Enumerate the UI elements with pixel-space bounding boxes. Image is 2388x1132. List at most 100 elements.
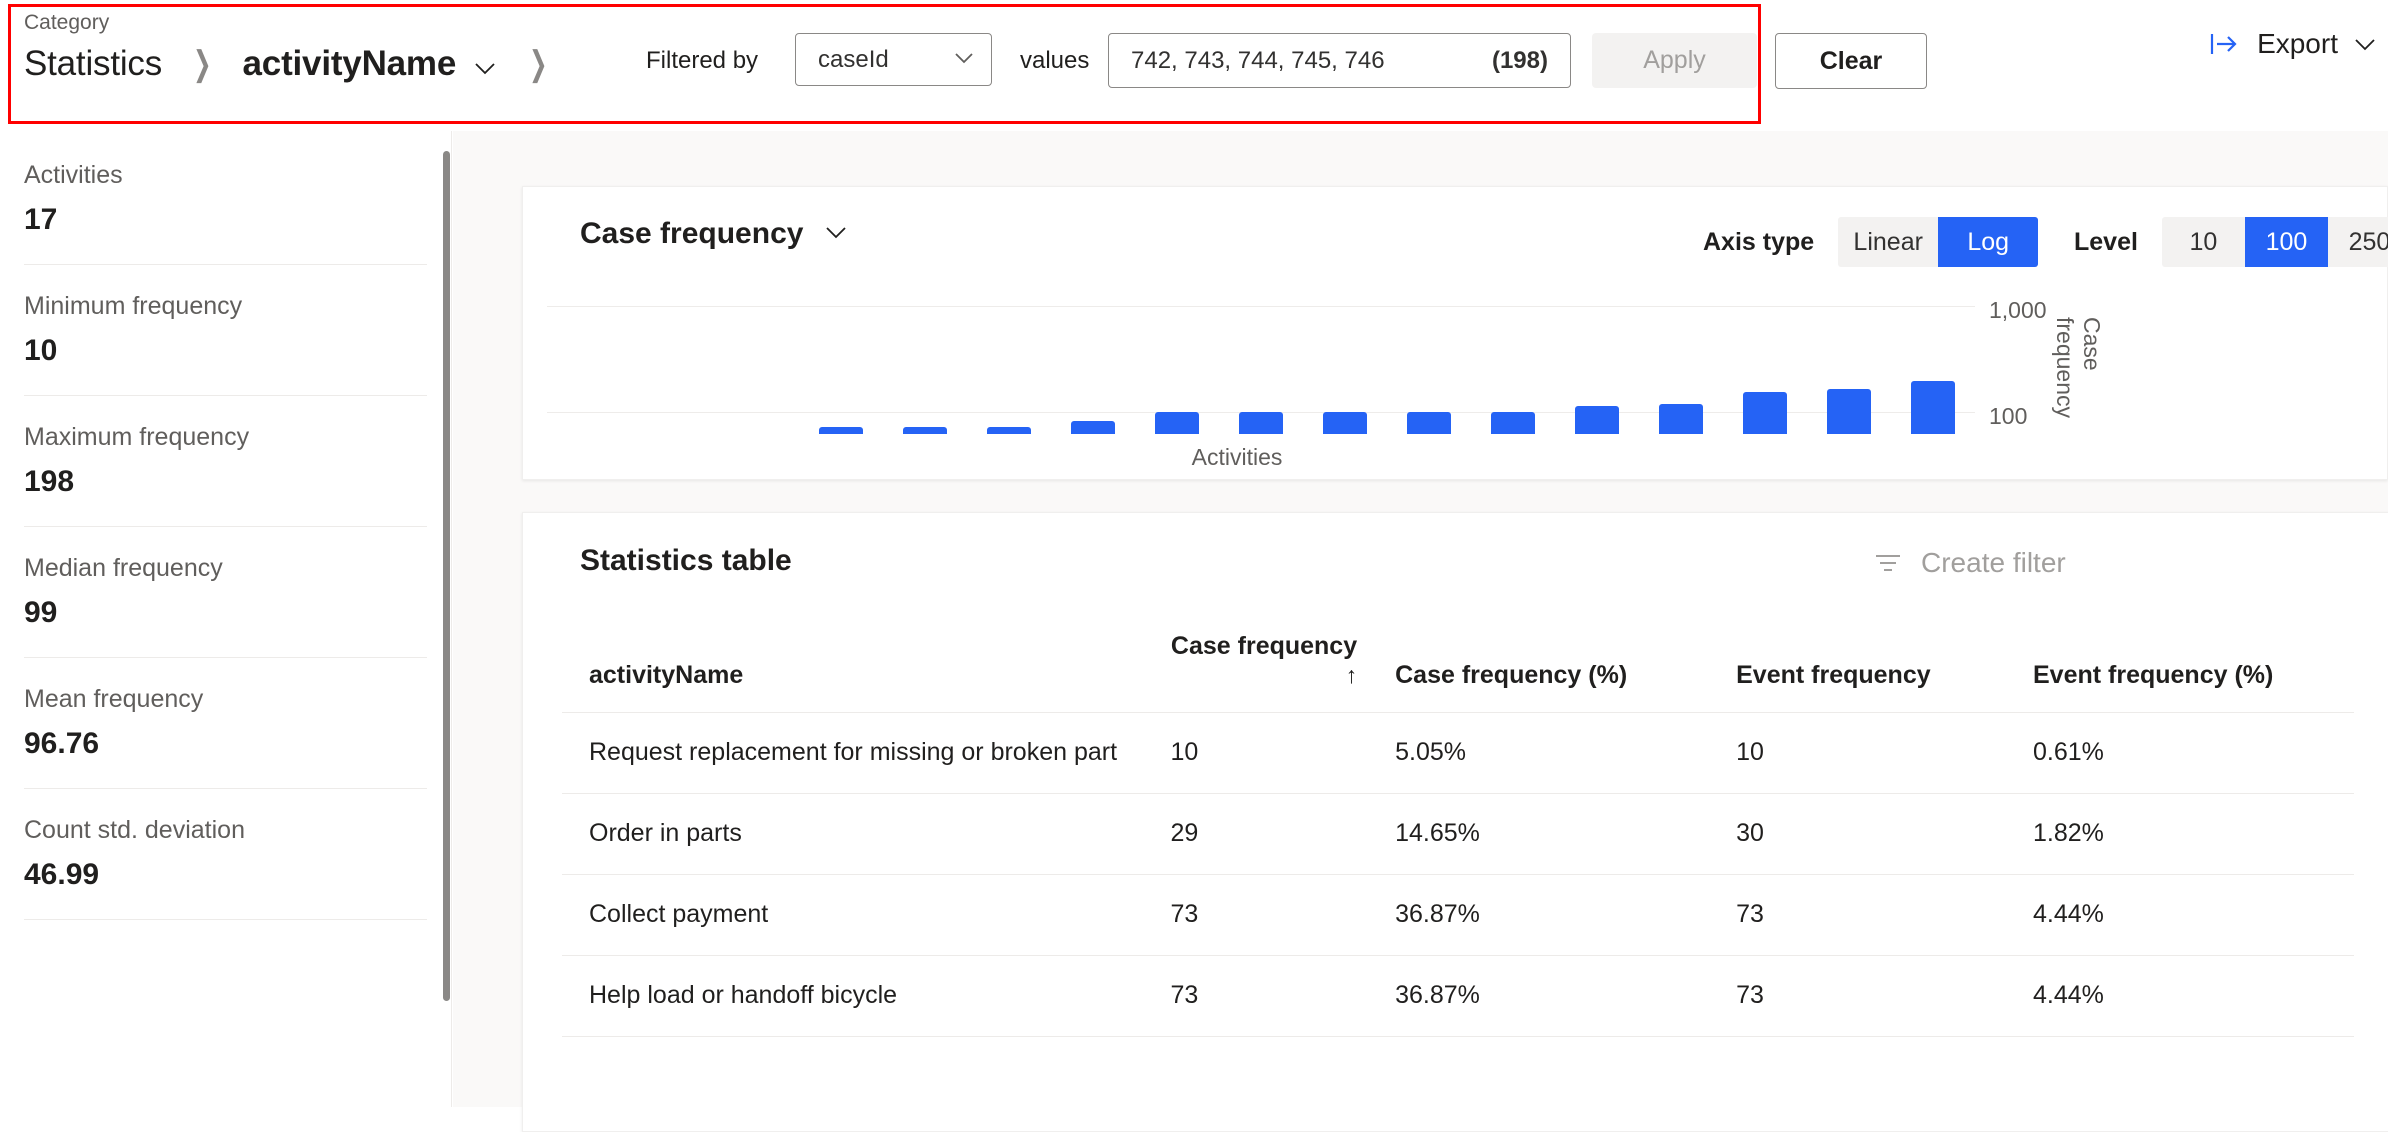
statistics-table: activityName Case frequency↑ Case freque… xyxy=(562,612,2354,1037)
chart-bar[interactable] xyxy=(1155,412,1199,434)
case-frequency-chart-card: Case frequency Axis type Linear Log Leve… xyxy=(522,186,2388,480)
axis-type-control: Axis type Linear Log xyxy=(1703,217,2039,267)
chart-plot-area: Activities 1,000 100 Case frequency xyxy=(523,287,2388,481)
stat-item: Count std. deviation 46.99 xyxy=(24,789,427,920)
statistics-table-title: Statistics table xyxy=(580,544,792,577)
stat-label: Count std. deviation xyxy=(24,816,245,844)
level-option-10[interactable]: 10 xyxy=(2162,217,2245,267)
filter-values-input[interactable]: 742, 743, 744, 745, 746 (198) xyxy=(1108,33,1571,88)
chart-bar[interactable] xyxy=(1323,412,1367,434)
chart-bar[interactable] xyxy=(819,426,863,434)
stat-value: 99 xyxy=(24,596,58,629)
chart-bar[interactable] xyxy=(1911,380,1955,434)
stat-value: 46.99 xyxy=(24,858,100,891)
axis-type-option-linear[interactable]: Linear xyxy=(1838,217,1938,267)
event-frequency-pct-cell: 4.44% xyxy=(2033,874,2354,956)
case-frequency-pct-cell: 36.87% xyxy=(1395,874,1737,956)
category-label: Category xyxy=(24,11,110,34)
stat-value: 10 xyxy=(24,334,58,367)
stat-value: 96.76 xyxy=(24,727,100,760)
filter-toolbar: Category Statistics ❯ activityName ❯ Fil… xyxy=(0,0,2388,131)
chart-bar[interactable] xyxy=(1071,421,1115,434)
stat-value: 17 xyxy=(24,203,58,236)
create-filter-label: Create filter xyxy=(1921,547,2066,578)
apply-button[interactable]: Apply xyxy=(1592,33,1757,88)
filter-attribute-value: caseId xyxy=(818,45,889,73)
table-row[interactable]: Collect payment 73 36.87% 73 4.44% xyxy=(562,874,2354,956)
filter-attribute-select[interactable]: caseId xyxy=(795,33,992,86)
activity-name-cell: Order in parts xyxy=(562,793,1171,875)
chart-bar[interactable] xyxy=(1407,412,1451,434)
table-row[interactable]: Order in parts 29 14.65% 30 1.82% xyxy=(562,793,2354,875)
chart-bar[interactable] xyxy=(1743,391,1787,434)
chart-bar[interactable] xyxy=(903,426,947,434)
column-header-event-frequency[interactable]: Event frequency xyxy=(1736,612,2033,713)
event-frequency-pct-cell: 4.44% xyxy=(2033,955,2354,1037)
stat-item: Activities 17 xyxy=(24,131,427,265)
stat-item: Minimum frequency 10 xyxy=(24,265,427,396)
column-header-event-frequency-pct[interactable]: Event frequency (%) xyxy=(2033,612,2354,713)
event-frequency-pct-cell: 1.82% xyxy=(2033,793,2354,875)
create-filter-button[interactable]: Create filter xyxy=(1873,547,2066,579)
chevron-down-icon xyxy=(823,219,849,250)
sort-ascending-icon: ↑ xyxy=(1345,662,1358,688)
chart-bar[interactable] xyxy=(987,426,1031,434)
level-segmented-control: 10 100 250 500 1000 xyxy=(2161,217,2388,267)
chart-bars xyxy=(547,287,1975,462)
level-control: Level 10 100 250 500 1000 xyxy=(2074,217,2388,267)
column-header-case-frequency-pct[interactable]: Case frequency (%) xyxy=(1395,612,1737,713)
stat-label: Activities xyxy=(24,161,123,189)
stat-item: Mean frequency 96.76 xyxy=(24,658,427,789)
stat-label: Mean frequency xyxy=(24,685,204,713)
stat-label: Minimum frequency xyxy=(24,292,243,320)
activity-name-cell: Request replacement for missing or broke… xyxy=(562,712,1171,794)
breadcrumb-item-activityname[interactable]: activityName xyxy=(243,44,457,84)
table-row[interactable]: Help load or handoff bicycle 73 36.87% 73 4.… xyxy=(562,955,2354,1037)
chevron-down-icon[interactable] xyxy=(472,55,498,81)
level-option-100[interactable]: 100 xyxy=(2244,217,2328,267)
chart-title: Case frequency xyxy=(580,217,804,250)
table-header-row: activityName Case frequency↑ Case freque… xyxy=(562,612,2354,713)
axis-type-option-log[interactable]: Log xyxy=(1938,217,2039,267)
export-icon xyxy=(2209,29,2243,59)
export-label: Export xyxy=(2257,28,2338,59)
case-frequency-pct-cell: 36.87% xyxy=(1395,955,1737,1037)
chart-bar[interactable] xyxy=(1491,412,1535,434)
activity-name-cell: Collect payment xyxy=(562,874,1171,956)
case-frequency-cell: 29 xyxy=(1170,793,1396,875)
event-frequency-cell: 10 xyxy=(1736,712,2033,794)
stat-value: 198 xyxy=(24,465,75,498)
level-option-250[interactable]: 250 xyxy=(2328,217,2388,267)
stat-label: Maximum frequency xyxy=(24,423,250,451)
event-frequency-pct-cell: 0.61% xyxy=(2033,712,2354,794)
column-header-activityname[interactable]: activityName xyxy=(562,612,1171,713)
chevron-down-icon xyxy=(951,44,977,75)
export-button[interactable]: Export xyxy=(2209,28,2378,60)
table-row[interactable]: Request replacement for missing or broke… xyxy=(562,712,2354,794)
chart-bar[interactable] xyxy=(1575,406,1619,434)
sidebar-scrollbar[interactable] xyxy=(443,151,450,1001)
chart-title-dropdown[interactable]: Case frequency xyxy=(580,217,849,251)
stat-label: Median frequency xyxy=(24,554,223,582)
breadcrumb-item-statistics[interactable]: Statistics xyxy=(24,44,162,84)
breadcrumb-separator-icon-2: ❯ xyxy=(529,45,548,83)
axis-type-label: Axis type xyxy=(1703,227,1815,256)
values-label: values xyxy=(1020,47,1090,74)
stat-item: Median frequency 99 xyxy=(24,527,427,658)
column-header-case-frequency-label: Case frequency xyxy=(1170,632,1358,660)
main-content: Case frequency Axis type Linear Log Leve… xyxy=(453,131,2388,1132)
filter-values-count: (198) xyxy=(1491,46,1548,74)
chart-bar[interactable] xyxy=(1239,412,1283,434)
chart-bar[interactable] xyxy=(1827,389,1871,434)
chart-x-axis-label: Activities xyxy=(1191,444,1283,470)
case-frequency-cell: 10 xyxy=(1170,712,1396,794)
column-header-case-frequency[interactable]: Case frequency↑ xyxy=(1170,612,1396,713)
chart-bar[interactable] xyxy=(1659,404,1703,434)
activity-name-cell: Help load or handoff bicycle xyxy=(562,955,1171,1037)
level-label: Level xyxy=(2074,227,2138,256)
case-frequency-pct-cell: 14.65% xyxy=(1395,793,1737,875)
clear-button[interactable]: Clear xyxy=(1775,33,1927,89)
event-frequency-cell: 30 xyxy=(1736,793,2033,875)
statistics-sidebar: Activities 17 Minimum frequency 10 Maxim… xyxy=(0,131,452,1107)
case-frequency-cell: 73 xyxy=(1170,955,1396,1037)
